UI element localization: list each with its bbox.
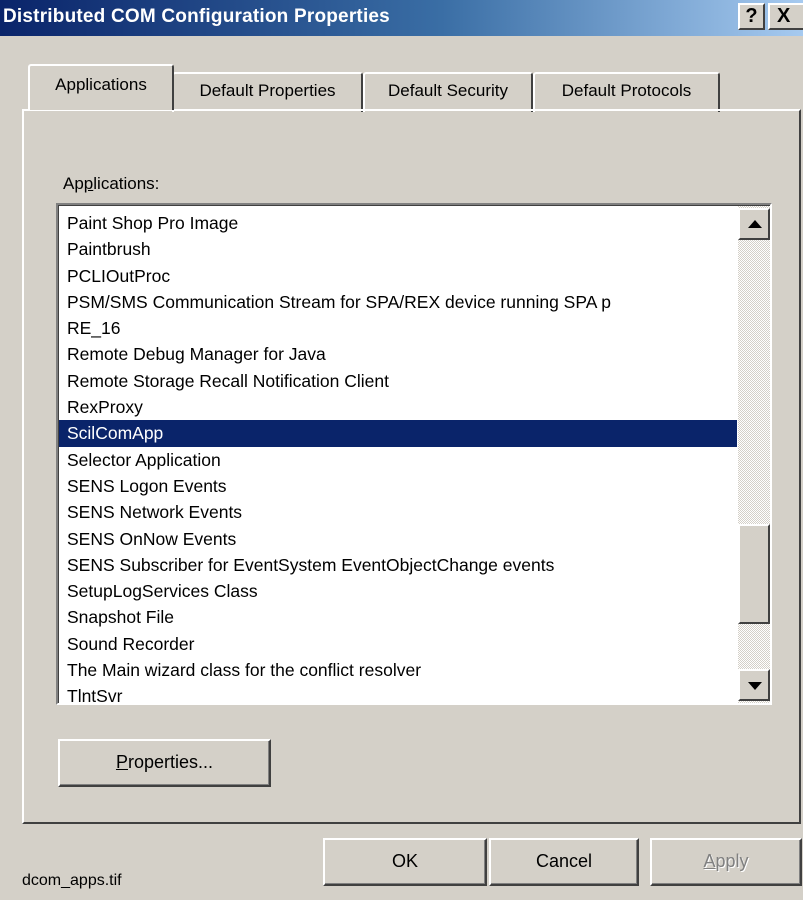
window-title: Distributed COM Configuration Properties — [3, 6, 390, 27]
list-item[interactable]: SENS Logon Events — [59, 473, 737, 499]
list-item[interactable]: Paint Shop Pro Image — [59, 210, 737, 236]
list-item[interactable]: SENS OnNow Events — [59, 526, 737, 552]
applications-list[interactable]: Paint Shop Pro Image Paintbrush PCLIOutPro… — [59, 210, 737, 703]
list-item[interactable]: Remote Debug Manager for Java — [59, 341, 737, 367]
list-item[interactable]: Selector Application — [59, 447, 737, 473]
list-item[interactable]: SENS Network Events — [59, 499, 737, 525]
list-item[interactable]: RE_16 — [59, 315, 737, 341]
list-item[interactable]: TlntSvr — [59, 683, 737, 703]
help-button[interactable]: ? — [738, 3, 765, 30]
ok-button[interactable]: OK — [323, 838, 487, 886]
cancel-button[interactable]: Cancel — [489, 838, 639, 886]
arrow-down-icon — [748, 682, 762, 690]
scroll-up-button[interactable] — [738, 208, 770, 240]
tab-applications[interactable]: Applications — [28, 64, 174, 110]
title-bar[interactable]: Distributed COM Configuration Properties… — [0, 0, 803, 36]
image-caption: dcom_apps.tif — [22, 872, 122, 889]
vertical-scrollbar[interactable] — [738, 206, 770, 703]
list-item[interactable]: SENS Subscriber for EventSystem EventObj… — [59, 552, 737, 578]
tab-default-properties[interactable]: Default Properties — [172, 72, 363, 112]
applications-label: Applications: — [63, 174, 160, 193]
list-item[interactable]: ScilComApp — [59, 420, 737, 447]
list-item[interactable]: Paintbrush — [59, 236, 737, 262]
tab-default-security[interactable]: Default Security — [363, 72, 533, 112]
list-item[interactable]: Remote Storage Recall Notification Clien… — [59, 368, 737, 394]
list-item[interactable]: The Main wizard class for the conflict r… — [59, 657, 737, 683]
list-item[interactable]: PCLIOutProc — [59, 263, 737, 289]
scroll-down-button[interactable] — [738, 669, 770, 701]
apply-button[interactable]: Apply — [650, 838, 802, 886]
close-button[interactable]: X — [768, 3, 803, 30]
list-item[interactable]: RexProxy — [59, 394, 737, 420]
applications-listbox[interactable]: Paint Shop Pro Image Paintbrush PCLIOutPro… — [56, 203, 772, 705]
list-item[interactable]: Snapshot File — [59, 604, 737, 630]
list-item[interactable]: Sound Recorder — [59, 631, 737, 657]
arrow-up-icon — [748, 220, 762, 228]
list-item[interactable]: PSM/SMS Communication Stream for SPA/REX… — [59, 289, 737, 315]
properties-button[interactable]: Properties... — [58, 739, 271, 787]
list-item[interactable]: SetupLogServices Class — [59, 578, 737, 604]
tab-default-protocols[interactable]: Default Protocols — [533, 72, 720, 112]
scroll-thumb[interactable] — [738, 524, 770, 624]
